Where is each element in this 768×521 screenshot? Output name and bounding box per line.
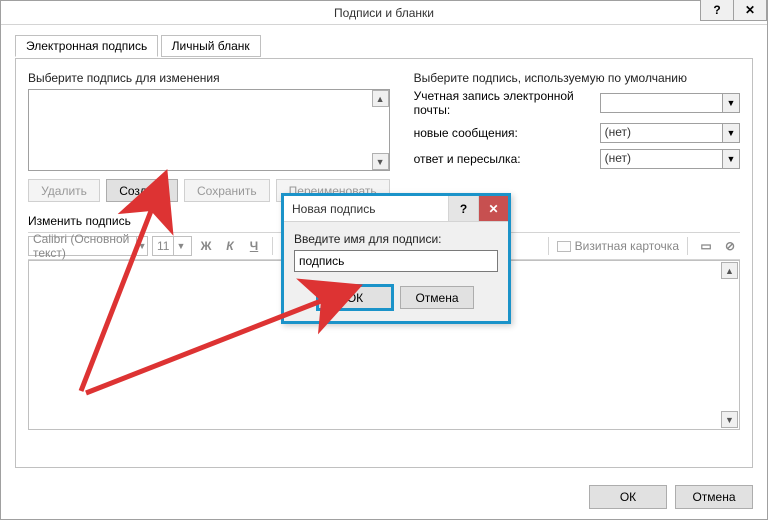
- chevron-down-icon[interactable]: ▼: [136, 237, 147, 255]
- chevron-down-icon[interactable]: ▼: [173, 237, 187, 255]
- account-combo[interactable]: ▼: [600, 93, 740, 113]
- ok-button[interactable]: ОК: [589, 485, 667, 509]
- reply-forward-combo[interactable]: (нет) ▼: [600, 149, 740, 169]
- default-signature-label: Выберите подпись, используемую по умолча…: [414, 71, 740, 85]
- scroll-down-icon[interactable]: ▼: [372, 153, 389, 170]
- scroll-down-icon[interactable]: ▼: [721, 411, 738, 428]
- window-title: Подписи и бланки: [1, 1, 767, 25]
- chevron-down-icon[interactable]: ▼: [722, 150, 739, 168]
- italic-button[interactable]: К: [220, 236, 240, 256]
- delete-button: Удалить: [28, 179, 100, 202]
- chevron-down-icon[interactable]: ▼: [722, 94, 739, 112]
- font-size-value: 11: [153, 239, 173, 253]
- modal-close-button[interactable]: ✕: [478, 196, 508, 221]
- new-messages-combo[interactable]: (нет) ▼: [600, 123, 740, 143]
- chevron-down-icon[interactable]: ▼: [722, 124, 739, 142]
- business-card-button[interactable]: Визитная карточка: [557, 239, 679, 253]
- font-combo[interactable]: Calibri (Основной текст) ▼: [28, 236, 148, 256]
- signature-listbox[interactable]: ▲ ▼: [28, 89, 390, 171]
- tab-signature[interactable]: Электронная подпись: [15, 35, 158, 57]
- business-card-label: Визитная карточка: [575, 239, 679, 253]
- toolbar-separator: [272, 237, 273, 255]
- new-messages-value: (нет): [605, 125, 631, 139]
- scroll-up-icon[interactable]: ▲: [372, 90, 389, 107]
- toolbar-separator: [687, 237, 688, 255]
- new-signature-dialog: Новая подпись ? ✕ Введите имя для подпис…: [281, 193, 511, 324]
- create-button[interactable]: Создать: [106, 179, 178, 202]
- new-messages-label: новые сообщения:: [414, 126, 594, 140]
- toolbar-separator: [548, 237, 549, 255]
- tab-personal-blank[interactable]: Личный бланк: [161, 35, 261, 57]
- signatures-dialog: Подписи и бланки ? ✕ Электронная подпись…: [0, 0, 768, 520]
- font-value: Calibri (Основной текст): [29, 232, 136, 260]
- modal-prompt: Введите имя для подписи:: [294, 232, 498, 246]
- underline-button[interactable]: Ч: [244, 236, 264, 256]
- titlebar: Подписи и бланки ? ✕: [1, 1, 767, 25]
- save-button: Сохранить: [184, 179, 270, 202]
- reply-forward-label: ответ и пересылка:: [414, 152, 594, 166]
- account-label: Учетная запись электронной почты:: [414, 89, 594, 117]
- close-button[interactable]: ✕: [733, 0, 767, 21]
- business-card-icon: [557, 241, 571, 252]
- modal-titlebar: Новая подпись ? ✕: [284, 196, 508, 222]
- bold-button[interactable]: Ж: [196, 236, 216, 256]
- modal-ok-button[interactable]: ОК: [318, 286, 392, 309]
- font-size-combo[interactable]: 11 ▼: [152, 236, 192, 256]
- help-button[interactable]: ?: [700, 0, 734, 21]
- modal-help-button[interactable]: ?: [448, 196, 478, 221]
- link-icon[interactable]: ⊘: [720, 236, 740, 256]
- picture-icon[interactable]: ▭: [696, 236, 716, 256]
- cancel-button[interactable]: Отмена: [675, 485, 753, 509]
- tabs: Электронная подпись Личный бланк: [15, 35, 753, 59]
- reply-forward-value: (нет): [605, 151, 631, 165]
- signature-name-input[interactable]: [294, 250, 498, 272]
- dialog-footer: ОК Отмена: [589, 485, 753, 509]
- titlebar-buttons: ? ✕: [701, 0, 767, 21]
- select-signature-label: Выберите подпись для изменения: [28, 71, 390, 85]
- scroll-up-icon[interactable]: ▲: [721, 262, 738, 279]
- modal-cancel-button[interactable]: Отмена: [400, 286, 474, 309]
